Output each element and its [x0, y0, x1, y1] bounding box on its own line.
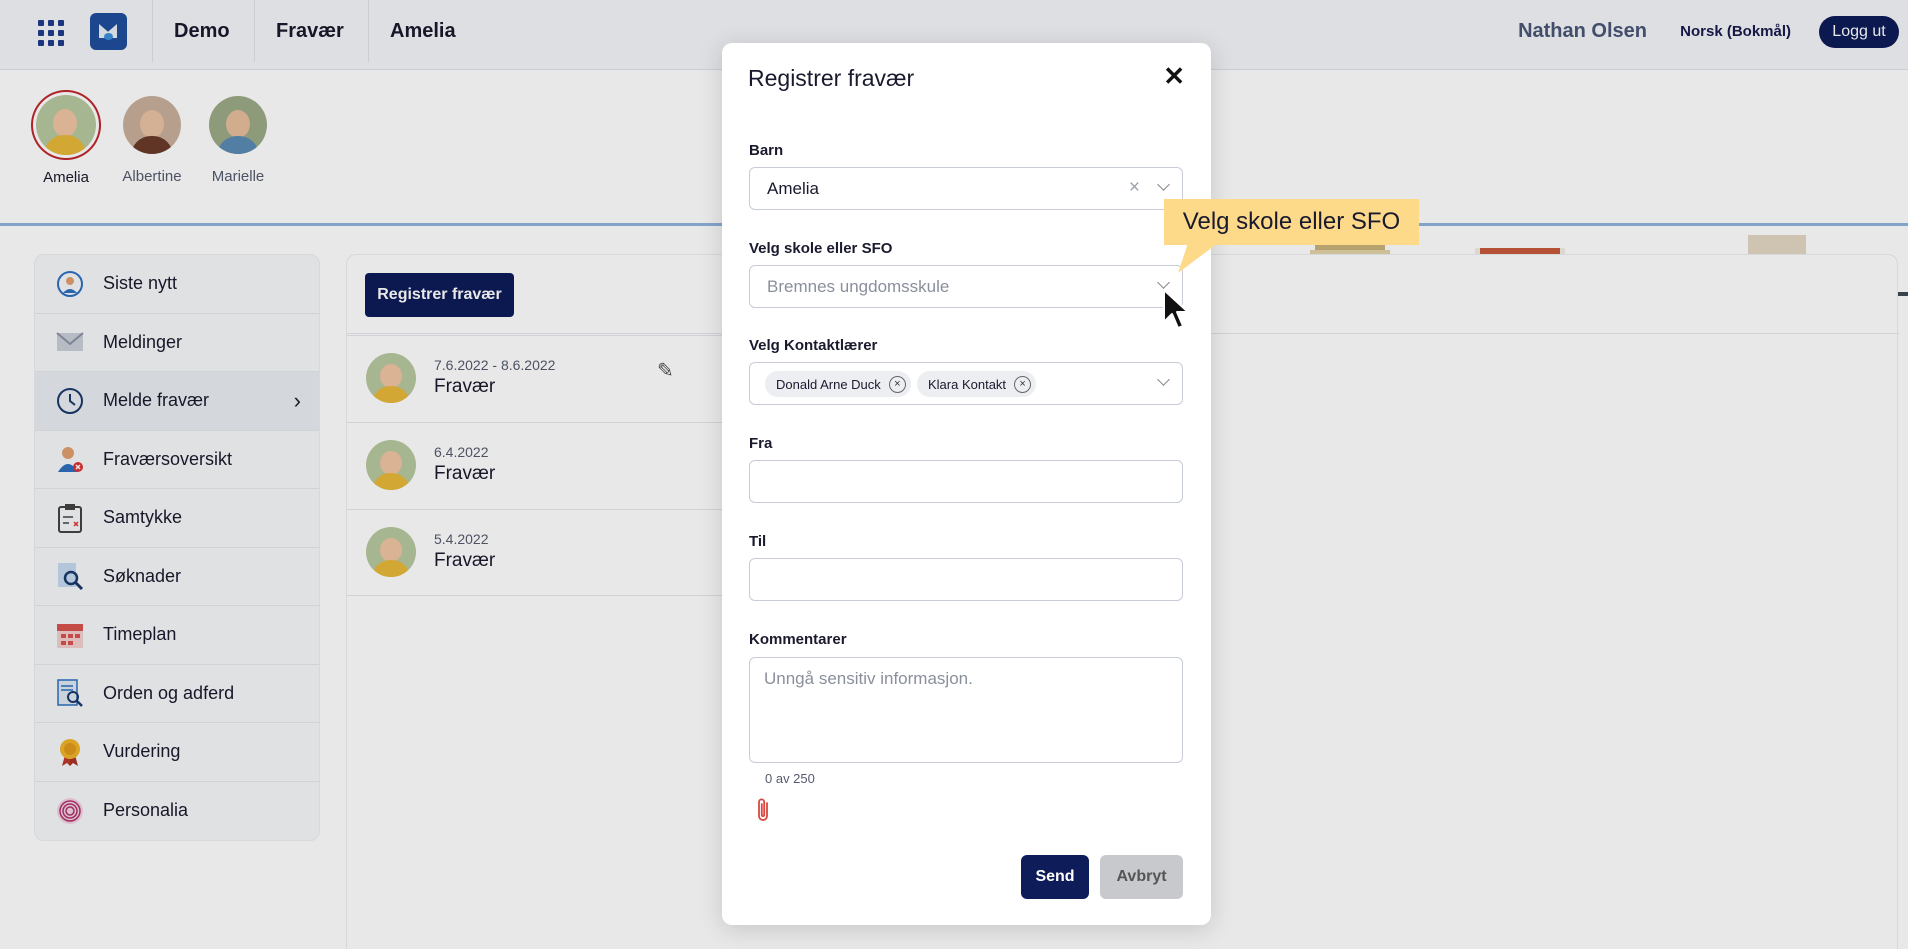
child-select[interactable]: Amelia × — [749, 167, 1183, 210]
school-select[interactable]: Bremnes ungdomsskule — [749, 265, 1183, 308]
mouse-cursor-icon — [1163, 289, 1189, 329]
callout-tail — [1178, 243, 1218, 273]
comments-textarea[interactable]: Unngå sensitiv informasjon. — [749, 657, 1183, 763]
register-absence-dialog: Registrer fravær ✕ Barn Amelia × Velg sk… — [722, 43, 1211, 925]
child-select-value: Amelia — [767, 179, 819, 198]
tooltip-callout: Velg skole eller SFO — [1164, 199, 1419, 245]
to-label: Til — [749, 533, 767, 550]
character-counter: 0 av 250 — [765, 771, 815, 786]
cancel-button[interactable]: Avbryt — [1100, 855, 1183, 899]
teacher-label: Velg Kontaktlærer — [749, 337, 878, 354]
remove-chip-icon[interactable]: × — [888, 375, 906, 393]
remove-chip-icon[interactable]: × — [1014, 375, 1032, 393]
school-select-placeholder: Bremnes ungdomsskule — [767, 277, 950, 296]
teacher-multiselect[interactable]: Donald Arne Duck × Klara Kontakt × — [749, 362, 1183, 405]
to-date-input[interactable] — [749, 558, 1183, 601]
child-label: Barn — [749, 142, 784, 159]
teacher-chip-label: Klara Kontakt — [928, 376, 1007, 392]
comments-placeholder: Unngå sensitiv informasjon. — [764, 669, 973, 688]
dialog-title: Registrer fravær — [748, 65, 915, 91]
send-button[interactable]: Send — [1021, 855, 1089, 899]
from-label: Fra — [749, 435, 773, 452]
chevron-down-icon — [1158, 181, 1170, 193]
school-label: Velg skole eller SFO — [749, 240, 893, 257]
teacher-chip-label: Donald Arne Duck — [776, 376, 881, 392]
chevron-down-icon — [1158, 376, 1170, 388]
clear-icon[interactable]: × — [1129, 177, 1140, 199]
comments-label: Kommentarer — [749, 631, 847, 648]
teacher-chip: Klara Kontakt × — [917, 371, 1037, 397]
paperclip-icon[interactable] — [752, 795, 774, 825]
from-date-input[interactable] — [749, 460, 1183, 503]
close-icon[interactable]: ✕ — [1163, 61, 1185, 92]
teacher-chip: Donald Arne Duck × — [765, 371, 911, 397]
